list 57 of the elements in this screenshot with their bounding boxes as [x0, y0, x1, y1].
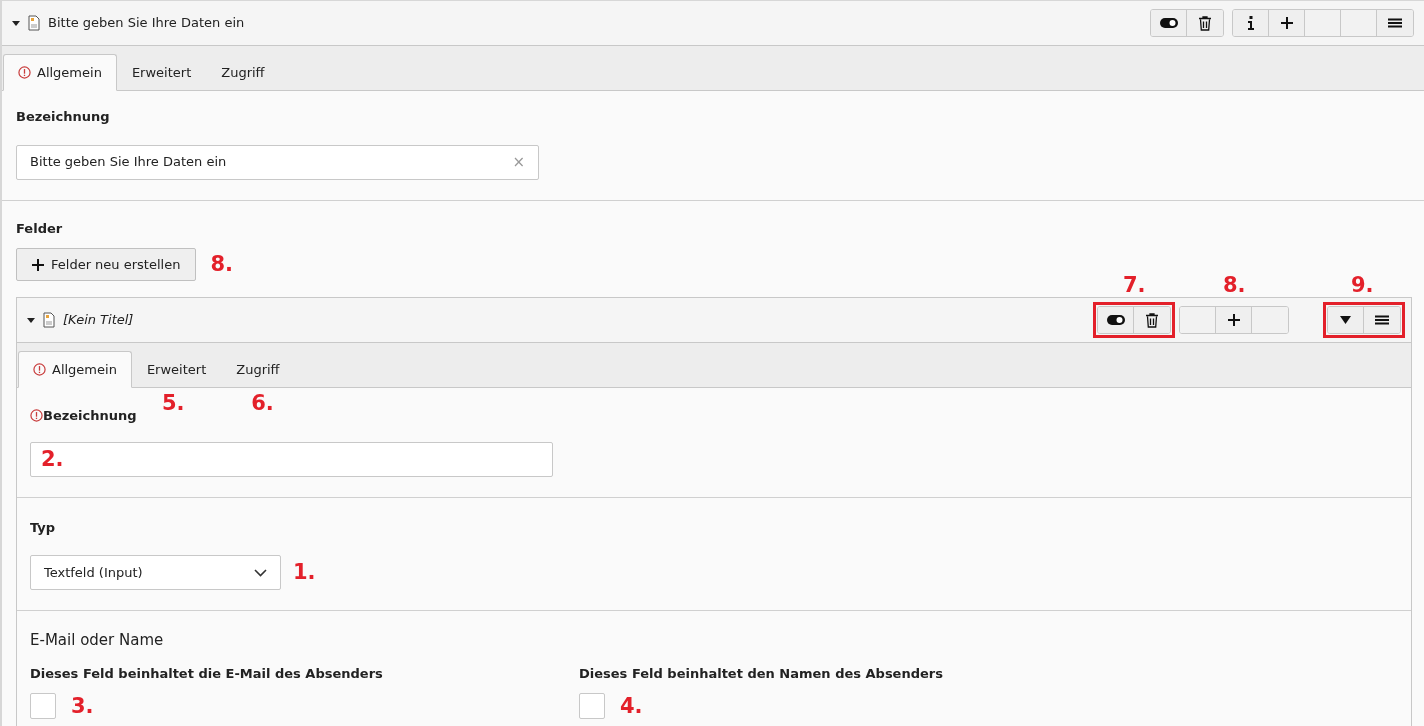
add-button[interactable]: [1216, 307, 1252, 333]
tab[interactable]: Allgemein: [3, 54, 117, 91]
info-button[interactable]: [1233, 10, 1269, 36]
info-icon: [1246, 16, 1255, 30]
toggle-icon: [1106, 315, 1125, 325]
tab[interactable]: Zugriff: [206, 54, 280, 91]
tab[interactable]: Erweitert: [131, 351, 222, 388]
move-down-button[interactable]: [1328, 307, 1364, 333]
field-label: Bezeichnung: [43, 407, 137, 425]
annotation-number: 5.: [161, 391, 185, 415]
plus-icon: [32, 258, 44, 271]
chevron-down-icon: [254, 568, 267, 577]
record-title: [Kein Titel]: [63, 311, 134, 330]
annotation-number: 1.: [293, 562, 316, 583]
menu-icon: [1388, 18, 1402, 28]
toggle-button[interactable]: [1151, 10, 1187, 36]
plus-icon: [1227, 314, 1240, 326]
delete-button[interactable]: [1187, 10, 1223, 36]
checkbox[interactable]: [30, 693, 56, 719]
checkbox-label: Dieses Feld beinhaltet die E-Mail des Absenders: [30, 664, 384, 683]
menu-button[interactable]: [1364, 307, 1400, 333]
annotation-number: 8.: [210, 254, 233, 275]
tab[interactable]: Allgemein: [18, 351, 132, 388]
delete-button[interactable]: [1134, 307, 1170, 333]
document-icon: [43, 312, 55, 328]
section-heading: E-Mail oder Name: [30, 630, 165, 651]
section-label: Felder: [16, 219, 64, 238]
create-fields-button[interactable]: Felder neu erstellen: [16, 248, 197, 281]
plus-icon: [1280, 17, 1293, 29]
trash-icon: [1146, 312, 1158, 328]
annotation-number: 6.: [251, 391, 274, 415]
caret-icon[interactable]: [12, 19, 20, 27]
checkbox[interactable]: [579, 693, 605, 719]
text-input[interactable]: Bitte geben Sie Ihre Daten ein ×: [16, 144, 539, 180]
menu-icon: [1375, 315, 1389, 325]
caret-icon[interactable]: [27, 316, 35, 324]
tab[interactable]: Zugriff: [221, 351, 295, 388]
annotation-number: 2.: [41, 448, 64, 470]
select-dropdown[interactable]: Textfeld (Input): [30, 555, 281, 590]
tab[interactable]: Erweitert: [116, 54, 207, 91]
annotation-number: 9.: [1351, 273, 1374, 297]
down-triangle-icon: [1340, 316, 1351, 324]
document-icon: [28, 15, 40, 31]
menu-button[interactable]: [1377, 10, 1413, 36]
checkbox-label: Dieses Feld beinhaltet den Namen des Absenders: [579, 664, 944, 683]
text-input[interactable]: 2.: [30, 441, 553, 477]
annotation-number: 3.: [71, 695, 94, 717]
field-label: Bezeichnung: [16, 108, 111, 126]
annotation-number: 7.: [1123, 273, 1146, 297]
annotation-number: 4.: [620, 695, 643, 717]
toggle-button[interactable]: [1098, 307, 1134, 333]
field-label: Typ: [30, 518, 57, 537]
add-button[interactable]: [1269, 10, 1305, 36]
toggle-icon: [1159, 18, 1178, 28]
annotation-number: 8.: [1223, 273, 1246, 297]
record-title: Bitte geben Sie Ihre Daten ein: [48, 14, 245, 33]
trash-icon: [1199, 15, 1211, 31]
